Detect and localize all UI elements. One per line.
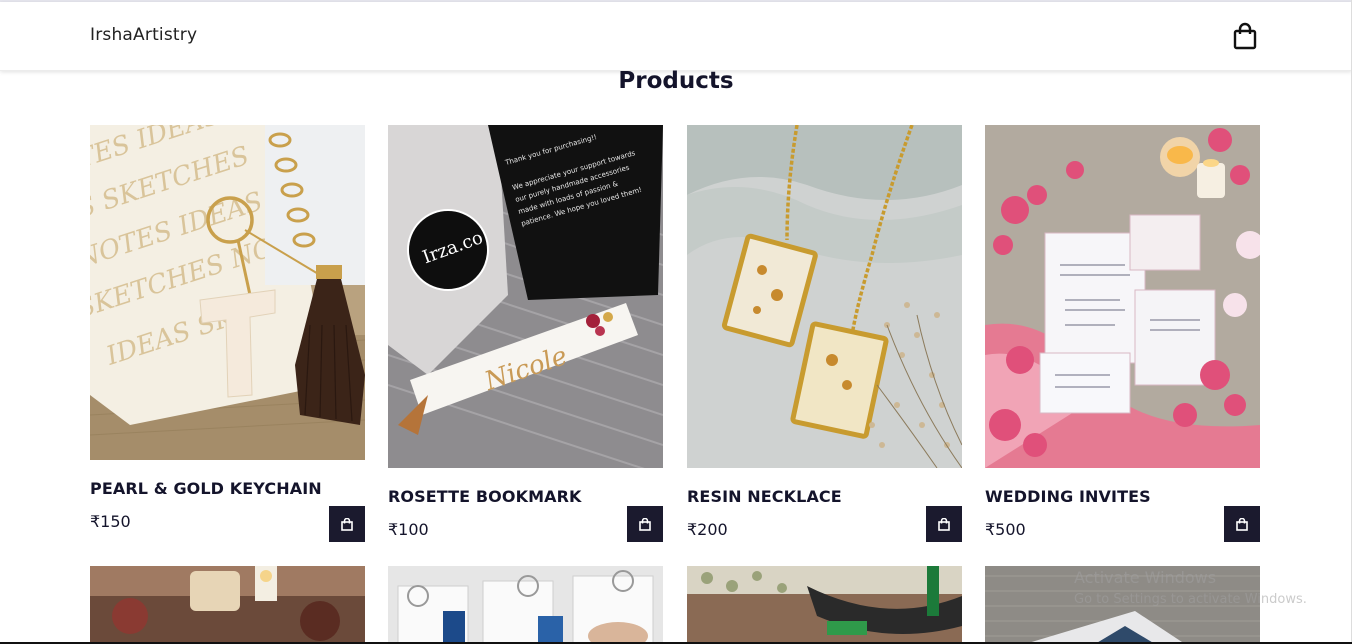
product-price: ₹100: [388, 520, 429, 539]
product-card[interactable]: WEDDING INVITES ₹500: [985, 125, 1260, 545]
site-header: IrshaArtistry: [0, 2, 1352, 71]
add-to-cart-button[interactable]: [627, 506, 663, 542]
os-activation-subtext: Go to Settings to activate Windows.: [1074, 592, 1307, 607]
shopping-bag-icon: [639, 517, 651, 531]
brand-logo-text[interactable]: IrshaArtistry: [90, 25, 197, 45]
product-name[interactable]: PEARL & GOLD KEYCHAIN: [90, 479, 322, 498]
add-to-cart-button[interactable]: [1224, 506, 1260, 542]
product-price: ₹200: [687, 520, 728, 539]
product-image-keychain[interactable]: TES IDEAS S SKETCHES NOTES IDEAS SKETCHE…: [90, 125, 365, 460]
add-to-cart-button[interactable]: [329, 506, 365, 542]
shopping-bag-icon: [938, 517, 950, 531]
product-image-candle[interactable]: [90, 566, 365, 644]
shopping-bag-icon[interactable]: [1232, 22, 1258, 50]
shopping-bag-icon: [1236, 517, 1248, 531]
product-image-embroidery[interactable]: [687, 566, 962, 644]
product-image-necklace[interactable]: [687, 125, 962, 468]
os-activation-watermark: Activate Windows: [1074, 568, 1217, 587]
add-to-cart-button[interactable]: [926, 506, 962, 542]
product-name[interactable]: RESIN NECKLACE: [687, 487, 842, 506]
product-name[interactable]: WEDDING INVITES: [985, 487, 1151, 506]
product-card[interactable]: TES IDEAS S SKETCHES NOTES IDEAS SKETCHE…: [90, 125, 365, 545]
product-image-bookmark[interactable]: Thank you for purchasing!! We appreciate…: [388, 125, 663, 468]
product-image-invites[interactable]: [985, 125, 1260, 468]
product-card[interactable]: Thank you for purchasing!! We appreciate…: [388, 125, 663, 545]
product-image-keychains[interactable]: [388, 566, 663, 644]
product-price: ₹150: [90, 512, 131, 531]
shopping-bag-icon: [341, 517, 353, 531]
product-price: ₹500: [985, 520, 1026, 539]
product-card[interactable]: RESIN NECKLACE ₹200: [687, 125, 962, 545]
product-name[interactable]: ROSETTE BOOKMARK: [388, 487, 582, 506]
page-title: Products: [618, 68, 734, 94]
